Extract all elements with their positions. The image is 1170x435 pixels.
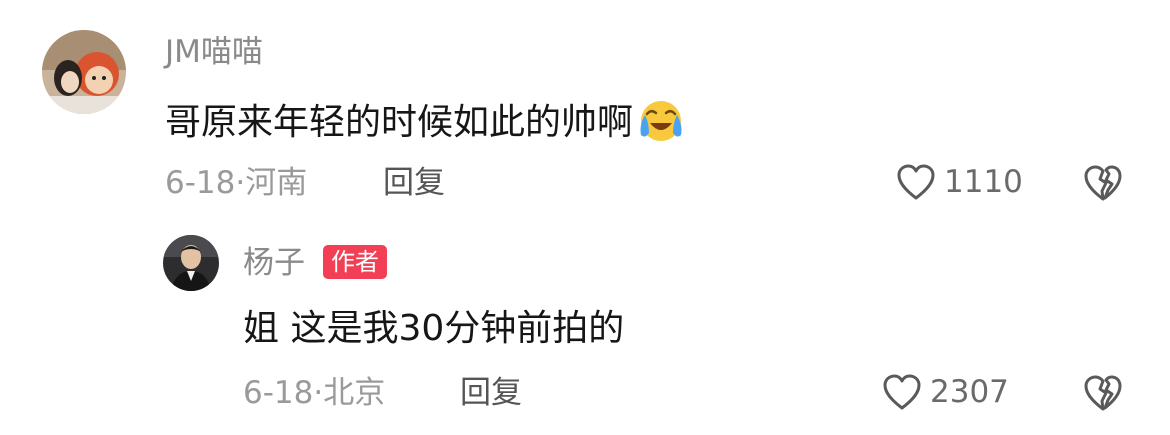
heart-outline-icon xyxy=(883,374,921,410)
crying-laughing-emoji-icon xyxy=(637,98,685,151)
author-badge: 作者 xyxy=(323,245,387,279)
avatar[interactable] xyxy=(42,30,126,114)
comment-item: JM喵喵 哥原来年轻的时候如此的帅啊 6-18·河南 回复 1110 xyxy=(0,0,1170,215)
avatar-image xyxy=(163,235,219,291)
avatar-image xyxy=(42,30,126,114)
comment-date: 6-18 xyxy=(165,165,236,201)
dislike-button[interactable] xyxy=(1082,373,1124,417)
like-button[interactable]: 1110 xyxy=(896,163,1023,201)
username[interactable]: JM喵喵 xyxy=(165,37,263,68)
comment-text: 姐 这是我30分钟前拍的 xyxy=(243,308,625,349)
comment-date: 6-18 xyxy=(243,375,314,411)
comment-meta: 6-18·河南 xyxy=(165,168,307,199)
comment-text-body: 哥原来年轻的时候如此的帅啊 xyxy=(165,102,634,143)
meta-separator: · xyxy=(313,375,324,411)
username[interactable]: 杨子 xyxy=(243,248,305,279)
comment-meta: 6-18·北京 xyxy=(243,378,385,409)
dislike-button[interactable] xyxy=(1082,163,1124,207)
broken-heart-icon xyxy=(1084,375,1122,411)
avatar[interactable] xyxy=(163,235,219,291)
like-count: 2307 xyxy=(930,373,1009,410)
meta-separator: · xyxy=(235,165,246,201)
like-count: 1110 xyxy=(944,163,1023,200)
broken-heart-icon xyxy=(1084,165,1122,201)
reply-button[interactable]: 回复 xyxy=(460,378,522,409)
comment-reply-item: 杨子 作者 姐 这是我30分钟前拍的 6-18·北京 回复 2307 xyxy=(0,215,1170,435)
heart-outline-icon xyxy=(897,164,935,200)
reply-button[interactable]: 回复 xyxy=(383,168,445,199)
comment-location: 河南 xyxy=(245,165,308,201)
comment-text: 哥原来年轻的时候如此的帅啊 xyxy=(165,98,685,151)
like-button[interactable]: 2307 xyxy=(882,373,1009,411)
comment-location: 北京 xyxy=(323,375,386,411)
